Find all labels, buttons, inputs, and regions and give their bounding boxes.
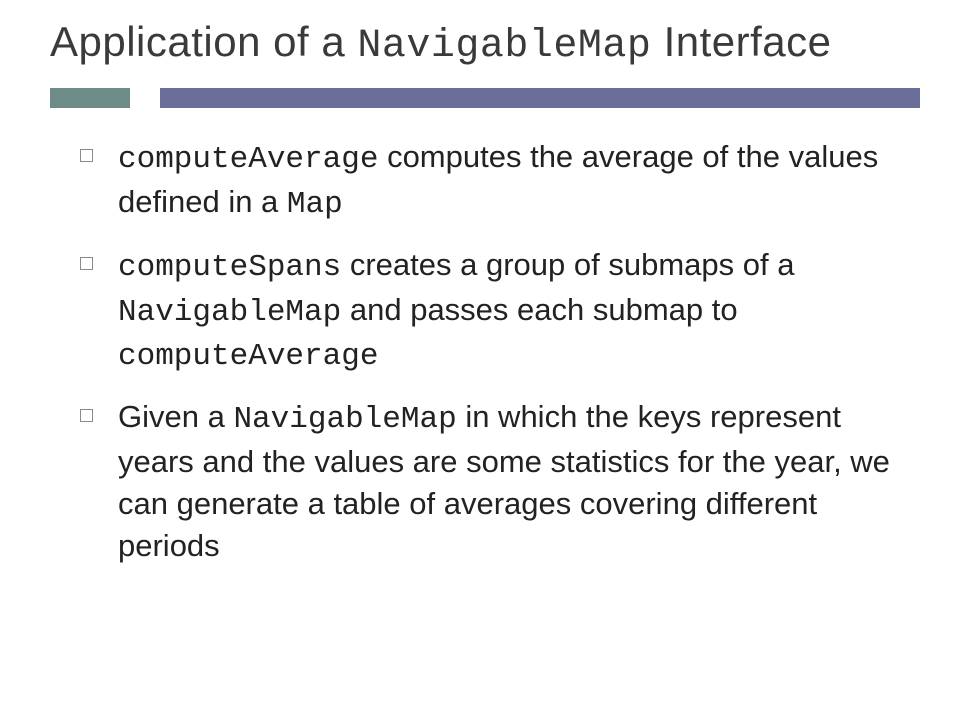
slide-title: Application of a NavigableMap Interface [50,18,920,70]
code-term: computeAverage [118,142,378,177]
divider [50,88,920,108]
code-term: Map [287,187,343,222]
code-term: computeAverage [118,339,378,374]
body-text: creates a group of submaps of a [341,247,794,282]
list-item: computeAverage computes the average of t… [80,136,910,226]
divider-gap [130,88,160,108]
divider-accent-a [50,88,130,108]
title-code: NavigableMap [357,24,651,69]
slide: Application of a NavigableMap Interface … [0,0,960,720]
title-text-pre: Application of a [50,18,357,65]
body-text: Given a [118,399,233,434]
list-item: Given a NavigableMap in which the keys r… [80,396,910,566]
code-term: NavigableMap [118,295,341,330]
divider-accent-b [160,88,920,108]
bullet-list: computeAverage computes the average of t… [50,136,920,567]
code-term: computeSpans [118,250,341,285]
body-text: and passes each submap to [341,292,737,327]
code-term: NavigableMap [233,402,456,437]
title-text-post: Interface [651,18,831,65]
list-item: computeSpans creates a group of submaps … [80,244,910,379]
